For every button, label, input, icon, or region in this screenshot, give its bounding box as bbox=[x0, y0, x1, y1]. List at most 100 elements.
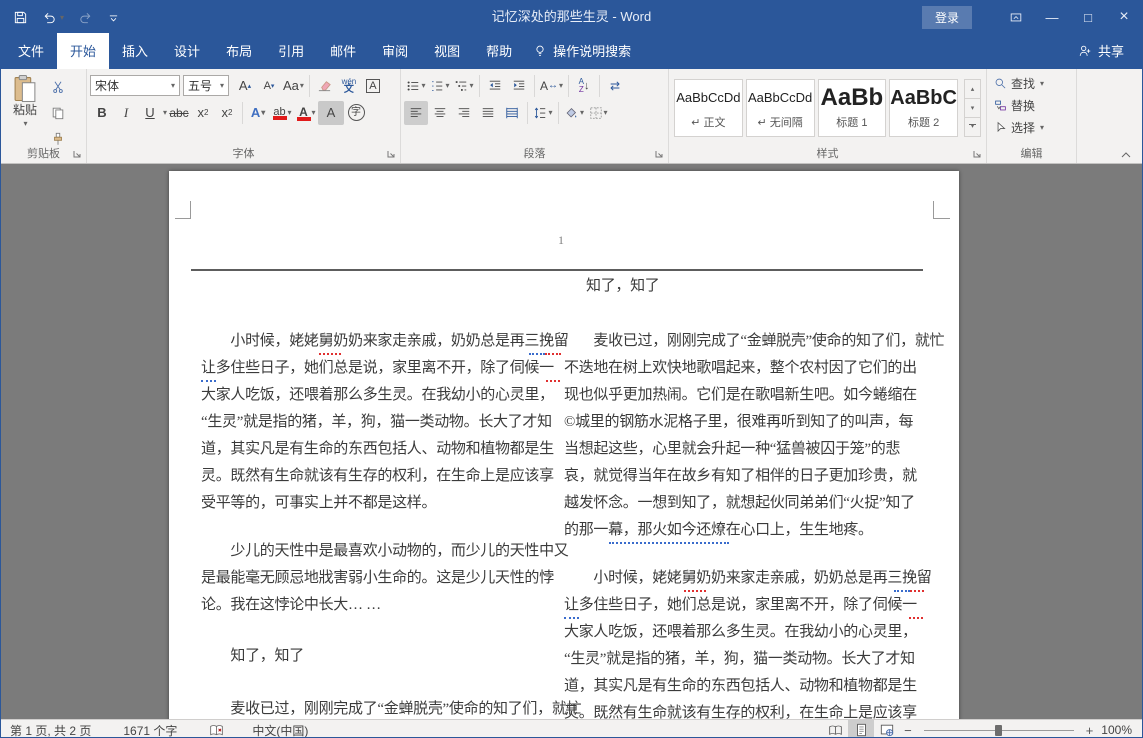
style-card-heading1[interactable]: AaBb 标题 1 bbox=[818, 79, 887, 137]
sort-button[interactable]: AZ↓ bbox=[572, 74, 596, 98]
document-workspace[interactable]: 1 知了，知了 小时候，姥姥舅奶奶来家走亲戚，奶奶总是再三挽留 让多住些日子，她… bbox=[1, 164, 1142, 719]
ribbon-display-options-button[interactable] bbox=[998, 1, 1034, 33]
styles-dialog-launcher[interactable] bbox=[972, 149, 983, 160]
cut-button[interactable] bbox=[46, 75, 70, 99]
find-button[interactable]: 查找 ▾ bbox=[990, 72, 1073, 94]
tab-view[interactable]: 视图 bbox=[421, 33, 473, 69]
zoom-in-button[interactable]: + bbox=[1082, 723, 1098, 738]
subscript-button[interactable]: x2 bbox=[191, 101, 215, 125]
zoom-slider[interactable] bbox=[924, 730, 1074, 731]
language-indicator[interactable]: 中文(中国) bbox=[243, 722, 317, 738]
style-preview: AaBbCcDd bbox=[747, 86, 814, 112]
page-indicator[interactable]: 第 1 页, 共 2 页 bbox=[1, 722, 100, 738]
clear-formatting-button[interactable] bbox=[313, 74, 337, 98]
paragraph-dialog-launcher[interactable] bbox=[654, 149, 665, 160]
increase-indent-icon bbox=[512, 79, 526, 93]
borders-button[interactable]: ▾ bbox=[586, 101, 610, 125]
proofing-status[interactable] bbox=[200, 724, 233, 737]
tab-review[interactable]: 审阅 bbox=[369, 33, 421, 69]
superscript-2: 2 bbox=[228, 108, 232, 117]
increase-indent-button[interactable] bbox=[507, 74, 531, 98]
read-mode-button[interactable] bbox=[822, 720, 848, 738]
login-button[interactable]: 登录 bbox=[922, 6, 972, 29]
styles-more-button[interactable]: ▾ bbox=[964, 117, 981, 137]
undo-caret-icon[interactable]: ▾ bbox=[60, 13, 64, 22]
qat-customize-button[interactable] bbox=[107, 11, 120, 24]
shading-button[interactable]: ▾ bbox=[562, 101, 586, 125]
justify-button[interactable] bbox=[476, 101, 500, 125]
bullets-caret-icon: ▾ bbox=[421, 81, 425, 90]
left-column-paragraph-1: 小时候，姥姥舅奶奶来家走亲戚，奶奶总是再三挽留 让多住些日子，她们总是说，家里离… bbox=[201, 328, 557, 517]
styles-scroll-down-button[interactable]: ▾ bbox=[964, 98, 981, 118]
italic-button[interactable]: I bbox=[114, 101, 138, 125]
align-right-button[interactable] bbox=[452, 101, 476, 125]
tab-help[interactable]: 帮助 bbox=[473, 33, 525, 69]
tab-insert[interactable]: 插入 bbox=[109, 33, 161, 69]
font-name-combo[interactable]: 宋体▾ bbox=[90, 75, 180, 96]
print-layout-button[interactable] bbox=[848, 720, 874, 738]
qat-customize-icon bbox=[107, 11, 120, 24]
tab-home[interactable]: 开始 bbox=[57, 33, 109, 69]
decrease-indent-button[interactable] bbox=[483, 74, 507, 98]
paste-button[interactable]: 粘贴 ▾ bbox=[4, 72, 46, 151]
superscript-button[interactable]: x2 bbox=[215, 101, 239, 125]
bold-button[interactable]: B bbox=[90, 101, 114, 125]
underline-button[interactable]: U bbox=[138, 101, 162, 125]
styles-scroll-up-button[interactable]: ▴ bbox=[964, 79, 981, 99]
character-border-button[interactable]: A bbox=[361, 74, 385, 98]
bullets-button[interactable]: ▾ bbox=[404, 74, 428, 98]
text-effects-button[interactable]: A▾ bbox=[246, 101, 270, 125]
web-layout-icon bbox=[880, 723, 894, 737]
align-left-button[interactable] bbox=[404, 101, 428, 125]
select-button[interactable]: 选择 ▾ bbox=[990, 116, 1073, 138]
tab-file[interactable]: 文件 bbox=[5, 33, 57, 69]
enclose-characters-button[interactable]: 字 bbox=[344, 101, 368, 125]
show-marks-button[interactable]: ⇄ bbox=[603, 74, 627, 98]
highlight-button[interactable]: ab▾ bbox=[270, 101, 294, 125]
close-button[interactable]: × bbox=[1106, 1, 1142, 33]
redo-button[interactable] bbox=[78, 10, 93, 25]
grow-font-button[interactable]: A▴ bbox=[233, 74, 257, 98]
line-spacing-button[interactable]: ▾ bbox=[531, 101, 555, 125]
style-card-heading2[interactable]: AaBbC 标题 2 bbox=[889, 79, 958, 137]
borders-caret-icon: ▾ bbox=[604, 108, 608, 117]
shading-bucket-icon bbox=[564, 106, 579, 120]
numbering-button[interactable]: ▾ bbox=[428, 74, 452, 98]
tab-references[interactable]: 引用 bbox=[265, 33, 317, 69]
maximize-button[interactable]: □ bbox=[1070, 1, 1106, 33]
tell-me-search[interactable]: 操作说明搜索 bbox=[525, 41, 639, 69]
style-card-no-spacing[interactable]: AaBbCcDd ↵ 无间隔 bbox=[746, 79, 815, 137]
font-size-combo[interactable]: 五号▾ bbox=[183, 75, 229, 96]
save-button[interactable] bbox=[13, 10, 28, 25]
shrink-font-button[interactable]: A▾ bbox=[257, 74, 281, 98]
share-button[interactable]: 共享 bbox=[1060, 41, 1142, 69]
document-page[interactable]: 1 知了，知了 小时候，姥姥舅奶奶来家走亲戚，奶奶总是再三挽留 让多住些日子，她… bbox=[169, 171, 959, 719]
web-layout-button[interactable] bbox=[874, 720, 900, 738]
copy-button[interactable] bbox=[46, 101, 70, 125]
phonetic-guide-button[interactable]: wén文 bbox=[337, 74, 361, 98]
distribute-button[interactable] bbox=[500, 101, 524, 125]
tab-mailings[interactable]: 邮件 bbox=[317, 33, 369, 69]
zoom-out-button[interactable]: − bbox=[900, 723, 916, 738]
asian-layout-button[interactable]: A↔▾ bbox=[538, 74, 565, 98]
align-center-button[interactable] bbox=[428, 101, 452, 125]
undo-button[interactable]: ▾ bbox=[42, 10, 64, 25]
lightbulb-icon bbox=[533, 44, 547, 58]
clipboard-dialog-launcher[interactable] bbox=[72, 149, 83, 160]
shrink-font-arrow-icon: ▾ bbox=[271, 82, 275, 90]
zoom-level[interactable]: 100% bbox=[1097, 723, 1142, 737]
multilevel-list-button[interactable]: ▾ bbox=[452, 74, 476, 98]
font-dialog-launcher[interactable] bbox=[386, 149, 397, 160]
minimize-button[interactable]: — bbox=[1034, 1, 1070, 33]
style-card-normal[interactable]: AaBbCcDd ↵ 正文 bbox=[674, 79, 743, 137]
word-count[interactable]: 1671 个字 bbox=[114, 722, 186, 738]
change-case-button[interactable]: Aa▾ bbox=[281, 74, 306, 98]
character-shading-button[interactable]: A bbox=[318, 101, 344, 125]
tab-layout[interactable]: 布局 bbox=[213, 33, 265, 69]
strikethrough-button[interactable]: abc bbox=[167, 101, 191, 125]
replace-button[interactable]: 替换 bbox=[990, 94, 1073, 116]
zoom-slider-thumb[interactable] bbox=[995, 725, 1002, 736]
collapse-ribbon-button[interactable] bbox=[1120, 151, 1132, 159]
font-color-button[interactable]: A▾ bbox=[294, 101, 318, 125]
tab-design[interactable]: 设计 bbox=[161, 33, 213, 69]
